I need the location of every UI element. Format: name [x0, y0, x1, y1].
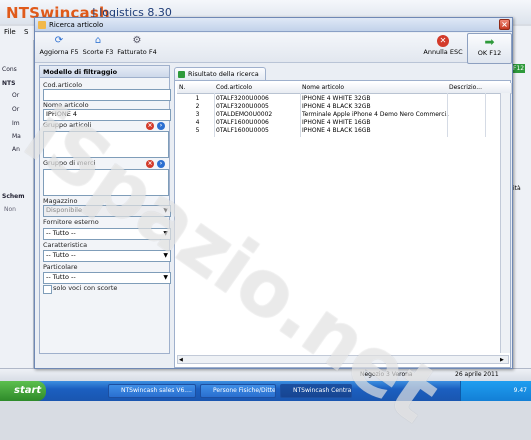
row-name: IPHONE 4 BLACK 32GB	[302, 103, 371, 110]
column-header-description[interactable]: Descrizio...	[447, 83, 488, 94]
dialog-title-bar[interactable]: Ricerca articolo	[35, 18, 512, 32]
feature-label: Caratteristica	[43, 241, 88, 249]
right-f12-label[interactable]: F12	[512, 64, 526, 73]
row-name: IPHONE 4 WHITE 16GB	[302, 119, 371, 126]
table-row[interactable]: 2 0TALF3200U0005 IPHONE 4 BLACK 32GB	[177, 103, 509, 111]
stock-label: Scorte F3	[82, 48, 114, 56]
particular-select[interactable]: -- Tutto -- ▼	[43, 272, 171, 284]
grid-divider	[447, 93, 448, 137]
particular-label: Particolare	[43, 263, 78, 271]
tray-clock[interactable]: 9.47	[514, 387, 527, 394]
sidebar-item-non[interactable]: Non	[4, 206, 16, 213]
cancel-label: Annulla ESC	[423, 48, 463, 56]
row-desc	[447, 103, 487, 111]
arrow-right-icon: ➡	[484, 35, 495, 49]
vertical-scrollbar[interactable]	[500, 93, 510, 353]
stock-only-checkbox[interactable]	[43, 285, 52, 294]
row-name: IPHONE 4 WHITE 32GB	[302, 95, 371, 102]
group-clear-icon[interactable]: ×	[146, 122, 154, 130]
app-left-sidebar: Cons NTS Or Or Im Ma An Schem Non	[0, 40, 34, 370]
row-n: 5	[195, 127, 200, 134]
row-n: 4	[195, 119, 200, 126]
filter-panel-header: Modello di filtraggio	[40, 66, 169, 78]
row-code: 0TALF3200U0005	[216, 103, 269, 110]
grid-divider	[300, 93, 301, 137]
refresh-icon: ⟳	[54, 35, 64, 46]
status-date: 26 aprile 2011	[455, 371, 499, 378]
row-name: Terminale Apple iPhone 4 Demo Nero Comme…	[302, 111, 449, 118]
row-code: 0TALF1600U0005	[216, 127, 269, 134]
start-button[interactable]: start	[0, 381, 46, 401]
row-desc	[447, 95, 487, 103]
table-row[interactable]: 3 0TALDEMO0U0002 Terminale Apple iPhone …	[177, 111, 509, 119]
tab-search-results[interactable]: Risultato della ricerca	[174, 67, 266, 80]
dialog-close-button[interactable]: ×	[499, 19, 510, 30]
stock-icon: ⌂	[94, 35, 102, 46]
scroll-right-icon[interactable]: ▶	[500, 357, 504, 363]
right-ita-label: ità	[513, 185, 521, 192]
invoiced-button[interactable]: ⚙ Fatturato F4	[115, 33, 159, 62]
ok-label: OK F12	[477, 49, 502, 57]
scroll-left-icon[interactable]: ◀	[179, 357, 183, 363]
table-row[interactable]: 4 0TALF1600U0006 IPHONE 4 WHITE 16GB	[177, 119, 509, 127]
row-n: 2	[195, 103, 200, 110]
group-select-icon[interactable]: ›	[157, 122, 165, 130]
sidebar-item-cons[interactable]: Cons	[2, 66, 17, 73]
column-header-n[interactable]: N.	[177, 83, 217, 94]
taskbar-item-persone[interactable]: Persone Fisiche/Ditte ...	[200, 384, 276, 398]
table-row[interactable]: 1 0TALF3200U0006 IPHONE 4 WHITE 32GB	[177, 95, 509, 103]
grid-divider	[214, 93, 215, 137]
dialog-app-icon	[38, 21, 46, 29]
cancel-icon: ✕	[437, 35, 449, 47]
invoiced-label: Fatturato F4	[117, 48, 157, 56]
feature-value: -- Tutto --	[46, 251, 76, 259]
results-tab-label: Risultato della ricerca	[188, 70, 259, 78]
row-code: 0TALDEMO0U0002	[216, 111, 273, 118]
code-label: Cod.articolo	[43, 81, 83, 89]
stock-only-label: solo voci con scorte	[53, 284, 118, 292]
supplier-value: -- Tutto --	[46, 229, 76, 237]
sidebar-item-nts[interactable]: NTS	[2, 80, 15, 87]
column-header-code[interactable]: Cod.articolo	[214, 83, 303, 94]
invoiced-icon: ⚙	[132, 35, 142, 46]
sidebar-item-ma[interactable]: Ma	[12, 133, 21, 140]
column-header-name[interactable]: Nome articolo	[300, 83, 450, 94]
row-desc	[447, 111, 487, 119]
ok-button[interactable]: ➡ OK F12	[467, 33, 512, 64]
sidebar-item-or1[interactable]: Or	[12, 92, 19, 99]
results-tab-icon	[178, 71, 185, 78]
sidebar-item-or2[interactable]: Or	[12, 106, 19, 113]
row-n: 3	[195, 111, 200, 118]
close-icon: ×	[501, 20, 508, 29]
row-code: 0TALF1600U0006	[216, 119, 269, 126]
menu-s[interactable]: S	[24, 28, 28, 36]
dialog-title: Ricerca articolo	[49, 21, 104, 29]
row-name: IPHONE 4 BLACK 16GB	[302, 127, 371, 134]
cancel-button[interactable]: ✕ Annulla ESC	[421, 33, 465, 62]
refresh-label: Aggiorna F5	[39, 48, 79, 56]
stock-button[interactable]: ⌂ Scorte F3	[81, 33, 115, 62]
sidebar-item-schem[interactable]: Schem	[2, 193, 24, 200]
sidebar-item-im[interactable]: Im	[12, 120, 20, 127]
system-tray: 9.47	[460, 381, 531, 401]
particular-value: -- Tutto --	[46, 273, 76, 281]
row-n: 1	[195, 95, 200, 102]
grid-divider	[485, 93, 486, 137]
table-row[interactable]: 5 0TALF1600U0005 IPHONE 4 BLACK 16GB	[177, 127, 509, 135]
row-desc	[447, 127, 487, 135]
menu-file[interactable]: File	[4, 28, 16, 36]
row-code: 0TALF3200U0006	[216, 95, 269, 102]
row-desc	[447, 119, 487, 127]
refresh-button[interactable]: ⟳ Aggiorna F5	[37, 33, 81, 62]
dialog-toolbar: ⟳ Aggiorna F5 ⌂ Scorte F3 ⚙ Fatturato F4…	[35, 33, 512, 64]
taskbar-item-sales[interactable]: NTSwincash sales V6....	[108, 384, 196, 398]
